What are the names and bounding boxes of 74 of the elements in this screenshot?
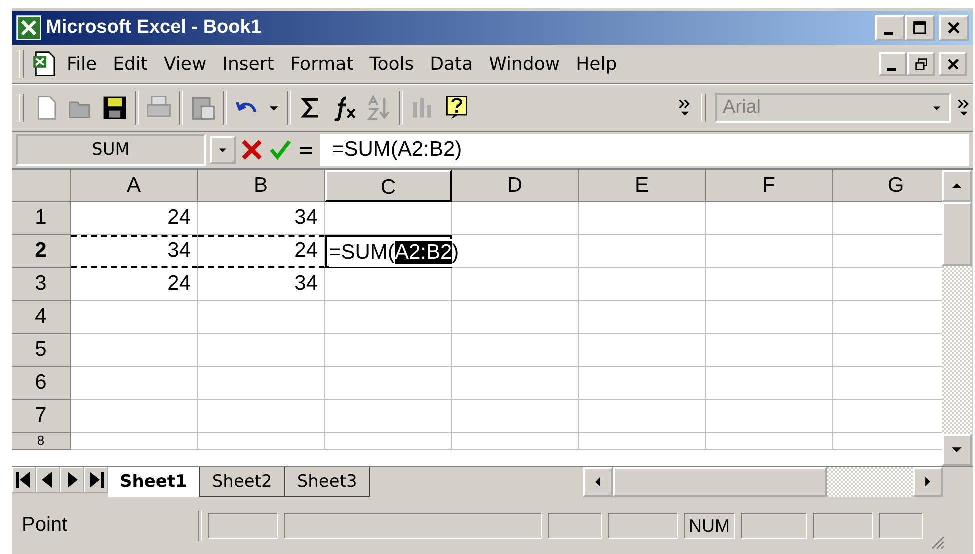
close-icon (947, 21, 961, 35)
minimize-icon (884, 32, 892, 34)
menu-item[interactable]: View (158, 54, 213, 74)
close-icon (946, 58, 960, 70)
spreadsheet-document-icon[interactable] (31, 51, 57, 77)
minimize-icon (886, 68, 896, 70)
vertical-scrollbar[interactable] (942, 170, 972, 466)
table-cell: 24 (198, 235, 325, 268)
row-header[interactable]: 5 (12, 334, 71, 367)
select-all-button[interactable] (12, 170, 71, 202)
menu-item[interactable]: Format (284, 54, 360, 74)
row-header[interactable]: 6 (12, 367, 71, 400)
table-cell: 34 (198, 268, 325, 301)
save-icon[interactable] (101, 94, 129, 122)
row-header[interactable]: 3 (12, 268, 71, 301)
sheet-tab[interactable]: Sheet3 (285, 467, 370, 497)
table-cell: 24 (71, 268, 198, 301)
row-header[interactable]: 7 (12, 400, 71, 433)
column-header[interactable]: E (579, 170, 706, 202)
scroll-thumb[interactable] (613, 467, 827, 497)
status-panel (208, 512, 278, 538)
spreadsheet-icon (16, 15, 42, 41)
close-button[interactable] (939, 15, 969, 41)
menu-item[interactable]: File (61, 54, 104, 74)
row-header[interactable]: 2 (12, 235, 71, 268)
row-header[interactable]: 1 (12, 202, 71, 235)
status-panel (879, 512, 923, 538)
menu-item[interactable]: Insert (216, 54, 280, 74)
minimize-button[interactable] (875, 15, 905, 41)
cancel-icon[interactable] (240, 138, 264, 162)
previous-sheet-icon[interactable] (36, 467, 60, 493)
row-header[interactable]: 4 (12, 301, 71, 334)
name-box[interactable]: SUM (16, 134, 206, 166)
minimize-button[interactable] (879, 52, 907, 76)
next-sheet-icon[interactable] (60, 467, 84, 493)
checkmark-icon[interactable] (268, 138, 292, 162)
maximize-button[interactable] (905, 15, 935, 41)
row-header[interactable]: 8 (12, 433, 71, 450)
close-button[interactable] (939, 52, 967, 76)
resize-grip-icon[interactable] (929, 534, 945, 550)
first-sheet-icon[interactable] (12, 467, 36, 493)
table-cell: 34 (71, 235, 198, 268)
menu-item[interactable]: Help (570, 54, 624, 74)
scroll-thumb[interactable] (942, 202, 972, 266)
maximize-icon (913, 21, 927, 35)
status-mode: Point (22, 514, 69, 537)
table-cell: 34 (198, 202, 325, 235)
table-cell: 24 (71, 202, 198, 235)
sheet-tab[interactable]: Sheet2 (200, 467, 286, 497)
status-panel (813, 512, 873, 538)
dropdown-button[interactable] (210, 136, 236, 164)
column-header[interactable]: C (325, 170, 452, 202)
status-panel (608, 512, 678, 538)
more-icon[interactable] (957, 99, 971, 117)
status-indicator: NUM (684, 512, 735, 538)
status-panel (548, 512, 602, 538)
column-header[interactable]: B (198, 170, 325, 202)
column-header[interactable]: G (833, 170, 942, 202)
menu-item[interactable]: Edit (107, 54, 154, 74)
menu-item[interactable]: Tools (364, 54, 420, 74)
column-header[interactable]: A (71, 170, 198, 202)
menu-item[interactable]: Window (483, 54, 566, 74)
menu-item[interactable]: Data (424, 54, 480, 74)
restore-button[interactable] (907, 52, 935, 76)
restore-icon (914, 58, 928, 70)
status-panel (741, 512, 807, 538)
sheet-tab[interactable]: Sheet1 (108, 467, 200, 497)
column-header[interactable]: D (452, 170, 579, 202)
column-header[interactable]: F (706, 170, 833, 202)
more-icon[interactable] (678, 99, 692, 117)
formula-field[interactable]: =SUM(A2:B2) (320, 134, 969, 166)
window-title: Microsoft Excel - Book1 (46, 17, 262, 39)
horizontal-scrollbar[interactable] (583, 467, 943, 497)
last-sheet-icon[interactable] (84, 467, 108, 493)
